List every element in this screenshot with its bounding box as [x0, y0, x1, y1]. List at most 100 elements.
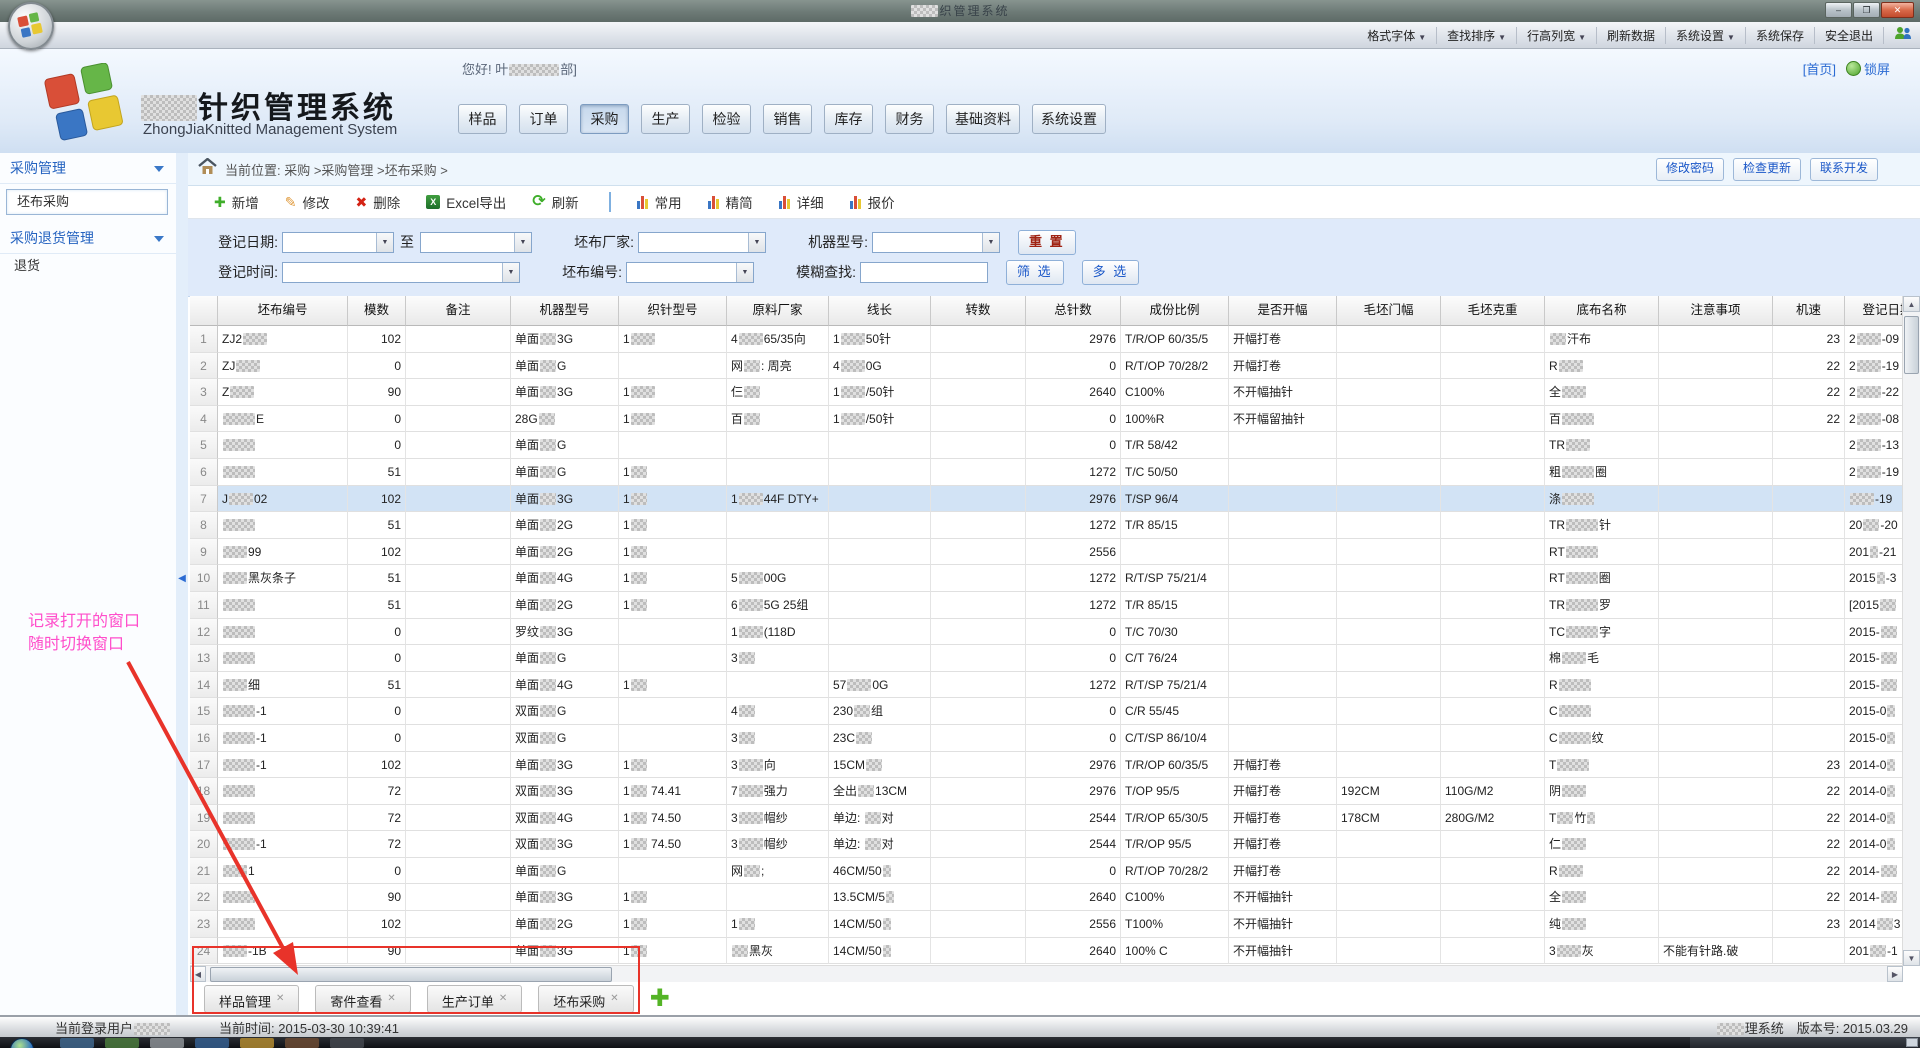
machine-model-select[interactable]: ▼: [872, 232, 1000, 253]
column-header-openw[interactable]: 是否开幅: [1229, 296, 1337, 326]
supplier-select[interactable]: ▼: [638, 232, 766, 253]
window-tab-坯布采购[interactable]: 坯布采购✕: [538, 985, 633, 1013]
toolbar-button-精简[interactable]: 精简: [708, 192, 753, 212]
table-row[interactable]: 2110单面G网;46CM/500R/T/OP 70/28/2开幅打卷R2220…: [190, 858, 1903, 885]
toolbar-button-报价[interactable]: 报价: [850, 192, 895, 212]
multi-select-button[interactable]: 多 选: [1082, 260, 1140, 285]
sidebar-item-退货[interactable]: 退货: [0, 254, 176, 278]
table-row[interactable]: 130单面G30C/T 76/24棉毛2015-: [190, 645, 1903, 672]
column-header-comp[interactable]: 成份比例: [1121, 296, 1229, 326]
taskbar-app-icon[interactable]: [105, 1038, 139, 1048]
close-tab-icon[interactable]: ✕: [610, 993, 618, 1004]
minimize-button[interactable]: –: [1825, 2, 1852, 18]
show-desktop-button[interactable]: [1906, 1038, 1918, 1047]
table-row[interactable]: 15-10双面G4230组0C/R 55/45C2015-0: [190, 698, 1903, 725]
windows-taskbar[interactable]: [0, 1037, 1920, 1048]
column-header-fabric[interactable]: 底布名称: [1545, 296, 1659, 326]
taskbar-app-icon[interactable]: [60, 1038, 94, 1048]
dropdown-arrow-icon[interactable]: ▼: [982, 233, 999, 252]
dropdown-arrow-icon[interactable]: ▼: [502, 263, 519, 282]
scroll-right-icon[interactable]: ▶: [1887, 966, 1903, 982]
nav-tab-基础资料[interactable]: 基础资料: [946, 104, 1020, 134]
column-header-rawwidth[interactable]: 毛坯门幅: [1337, 296, 1441, 326]
table-row[interactable]: 1151单面2G165G 25组1272T/R 85/15TR罗[2015: [190, 592, 1903, 619]
home-icon[interactable]: [198, 158, 217, 180]
system-tray[interactable]: [1690, 1037, 1920, 1048]
sidebar-item-坯布采购[interactable]: 坯布采购: [6, 189, 168, 215]
fuzzy-search-input[interactable]: [860, 262, 988, 283]
window-tab-生产订单[interactable]: 生产订单✕: [427, 985, 522, 1013]
start-button[interactable]: [10, 1038, 34, 1048]
table-row[interactable]: 851单面2G11272T/R 85/15TR针20-20: [190, 512, 1903, 539]
horizontal-scroll-thumb[interactable]: [210, 967, 612, 982]
reg-date-to-select[interactable]: ▼: [420, 232, 532, 253]
taskbar-app-icon[interactable]: [285, 1038, 319, 1048]
window-tab-寄件查看[interactable]: 寄件查看✕: [315, 985, 410, 1013]
column-header-turns[interactable]: 转数: [931, 296, 1026, 326]
scroll-up-icon[interactable]: ▲: [1903, 296, 1920, 312]
nav-tab-采购[interactable]: 采购: [580, 104, 629, 134]
scroll-left-icon[interactable]: ◀: [190, 966, 206, 982]
dropdown-arrow-icon[interactable]: ▼: [736, 263, 753, 282]
table-row[interactable]: 120罗纹3G1(118D0T/C 70/30TC字2015-: [190, 619, 1903, 646]
toolbar-button-详细[interactable]: 详细: [779, 192, 824, 212]
taskbar-app-icon[interactable]: [195, 1038, 229, 1048]
column-header-mods[interactable]: 模数: [348, 296, 406, 326]
table-row[interactable]: 24-1B90单面3G1黑灰14CM/502640100% C不开幅抽针3灰不能…: [190, 938, 1903, 965]
table-row[interactable]: 17-1102单面3G13向15CM2976T/R/OP 60/35/5开幅打卷…: [190, 752, 1903, 779]
toolbar-button-常用[interactable]: 常用: [637, 192, 682, 212]
column-header-speed[interactable]: 机速: [1773, 296, 1845, 326]
filter-button[interactable]: 筛 选: [1006, 260, 1064, 285]
table-row[interactable]: 651单面G11272T/C 50/50粗圈2-19: [190, 459, 1903, 486]
vertical-scroll-thumb[interactable]: [1904, 316, 1919, 374]
column-header-length[interactable]: 线长: [829, 296, 931, 326]
nav-tab-样品[interactable]: 样品: [458, 104, 507, 134]
close-tab-icon[interactable]: ✕: [387, 993, 395, 1004]
toolbar-button-删除[interactable]: ✖删除: [355, 192, 400, 212]
menu-item-查找排序[interactable]: 查找排序▼: [1437, 27, 1517, 44]
close-button[interactable]: ✕: [1881, 2, 1914, 18]
table-row[interactable]: 2ZJ0单面G网: 周亮40G0R/T/OP 70/28/2开幅打卷R222-1…: [190, 353, 1903, 380]
close-tab-icon[interactable]: ✕: [276, 993, 284, 1004]
menu-item-行高列宽[interactable]: 行高列宽▼: [1517, 27, 1597, 44]
collapse-sidebar-icon[interactable]: ◀: [176, 573, 188, 584]
window-tab-样品管理[interactable]: 样品管理✕: [204, 985, 299, 1013]
reg-time-select[interactable]: ▼: [282, 262, 520, 283]
nav-tab-检验[interactable]: 检验: [702, 104, 751, 134]
dropdown-arrow-icon[interactable]: ▼: [748, 233, 765, 252]
menu-item-格式字体[interactable]: 格式字体▼: [1357, 27, 1437, 44]
column-header-remark[interactable]: 备注: [406, 296, 511, 326]
table-row[interactable]: 23102单面2G1114CM/502556T100%不开幅抽针纯2320143: [190, 911, 1903, 938]
nav-tab-生产[interactable]: 生产: [641, 104, 690, 134]
add-tab-button[interactable]: ✚: [650, 987, 670, 1011]
table-row[interactable]: 4E028G1百1/50针0100%R不开幅留抽针百222-08: [190, 406, 1903, 433]
column-header-regdate[interactable]: 登记日期: [1845, 296, 1903, 326]
table-row[interactable]: 20-172双面3G1 74.503帽纱单边: 对2544T/R/OP 95/5…: [190, 831, 1903, 858]
nav-tab-订单[interactable]: 订单: [519, 104, 568, 134]
nav-tab-财务[interactable]: 财务: [885, 104, 934, 134]
restore-button[interactable]: ❐: [1853, 2, 1880, 18]
column-header-rawweight[interactable]: 毛坯克重: [1441, 296, 1545, 326]
table-row[interactable]: 50单面G0T/R 58/42TR2-13: [190, 432, 1903, 459]
taskbar-app-icon[interactable]: [330, 1038, 364, 1048]
table-row[interactable]: 14细51单面4G1570G1272R/T/SP 75/21/4R2015-: [190, 672, 1903, 699]
horizontal-scrollbar[interactable]: ◀ ▶: [190, 965, 1903, 982]
sidebar-group-采购退货管理[interactable]: 采购退货管理: [0, 223, 176, 254]
action-button-检查更新[interactable]: 检查更新: [1733, 158, 1801, 181]
fabric-code-select[interactable]: ▼: [626, 262, 754, 283]
menu-item-系统设置[interactable]: 系统设置▼: [1666, 27, 1746, 44]
menu-item-系统保存[interactable]: 系统保存: [1746, 27, 1815, 44]
nav-tab-销售[interactable]: 销售: [763, 104, 812, 134]
column-header-machine[interactable]: 机器型号: [511, 296, 619, 326]
lock-screen-link[interactable]: 锁屏: [1846, 59, 1890, 78]
table-row[interactable]: 3Z90单面3G1仨1/50针2640C100%不开幅抽针全222-22: [190, 379, 1903, 406]
table-row[interactable]: 7J02102单面3G1144F DTY+2976T/SP 96/4涤-19: [190, 486, 1903, 513]
users-icon[interactable]: [1894, 26, 1912, 45]
toolbar-button-刷新[interactable]: ⟳刷新: [532, 192, 578, 212]
taskbar-app-icon[interactable]: [150, 1038, 184, 1048]
toolbar-button-新增[interactable]: ✚新增: [214, 192, 259, 212]
column-header-needle[interactable]: 织针型号: [619, 296, 727, 326]
reset-button[interactable]: 重 置: [1018, 230, 1076, 255]
table-row[interactable]: 16-10双面G323C0C/T/SP 86/10/4C纹2015-0: [190, 725, 1903, 752]
table-row[interactable]: 1972双面4G1 74.503帽纱单边: 对2544T/R/OP 65/30/…: [190, 805, 1903, 832]
